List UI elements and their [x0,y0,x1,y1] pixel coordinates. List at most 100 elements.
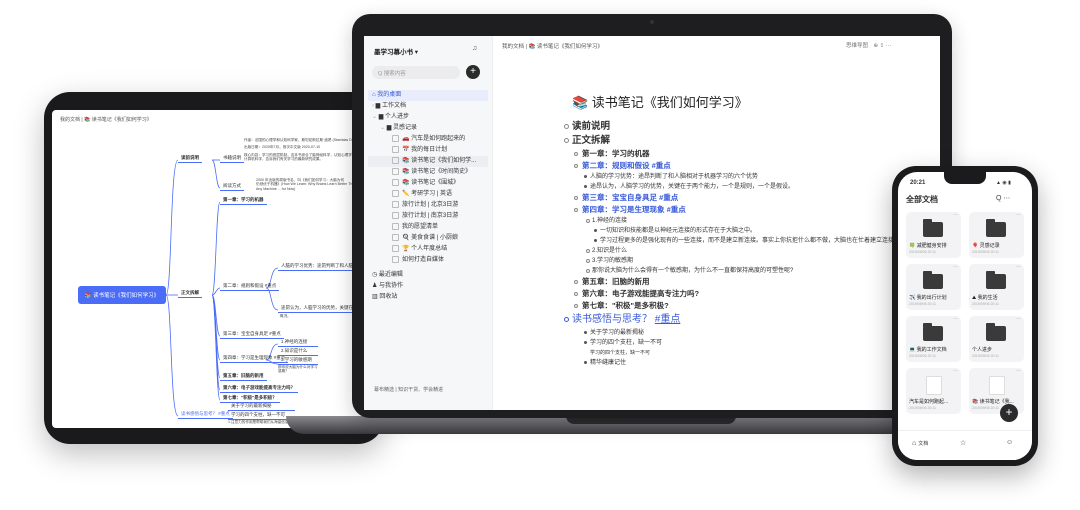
outline-item[interactable]: 第六章：电子游戏能提高专注力吗? [572,288,922,300]
outline-item[interactable]: 那你说大脑为什么会得有一个敏感期，为什么不一直都保持高度的可塑性呢? [572,266,922,276]
mindmap-button[interactable]: 思维导图 [846,43,868,49]
mindmap-leaf[interactable]: 关于学习的最新揭秘 [228,402,296,411]
doc-card[interactable]: ⋯ 🍀 减肥健身安排 2019/09/06 20:11 [906,212,961,258]
mindmap-leaf[interactable]: 1.神经的连接 [278,338,318,347]
doc-icon [392,167,399,175]
outline-item[interactable]: 第二章：规则和假设 #重点 [572,160,922,172]
doc-icon [392,200,399,208]
sidebar-doc-item[interactable]: 🍳 美食食谱 | 小厨娘 [368,233,488,244]
tag-link[interactable]: #重点 [652,161,671,170]
outline-item[interactable]: 读前说明 [564,120,922,134]
phone-screen: 20:21 ▲ ◉ ▮ 全部文档 Q ⋯ ⋯ 🍀 减肥健身安排 2019/09/… [898,172,1032,460]
outline-item[interactable]: 1.神经的连接 [572,216,922,226]
document-title[interactable]: 📚 读书笔记《我们如何学习》 [572,92,748,111]
sidebar-item-desktop[interactable]: ⌂ 我的桌面 [368,90,488,101]
outline-item[interactable]: 3.学习的敏感期 [572,256,922,266]
outline-item[interactable]: 2.知识是什么 [572,246,922,256]
mindmap-branch[interactable]: 读前说明 [178,154,202,163]
outline-item[interactable]: 正文拆解 [564,134,922,148]
more-icon[interactable]: ⋯ [953,212,958,218]
mindmap-chapter[interactable]: 第二章：规则和假设 #重点 [220,282,280,291]
mindmap-chapter[interactable]: 第一章：学习的机器 [220,196,267,205]
tag-link[interactable]: #重点 [667,205,686,214]
outline-item[interactable]: 关于学习的最新揭秘 [572,328,922,338]
sidebar-doc-item[interactable]: 📅 我的每日计划 [368,145,488,156]
doc-card[interactable]: ⋯ 💻 我的工作文档 2019/09/06 20:11 [906,316,961,362]
sidebar-item-shared[interactable]: ♟ 与我协作 [368,281,488,292]
sidebar-doc-item-selected[interactable]: 📚 读书笔记《我们如何学... [368,156,488,167]
sidebar-doc-item[interactable]: 如何打造自媒体 [368,255,488,266]
mindmap-root-node[interactable]: 📚 读书笔记《我们如何学习》 [78,286,166,304]
doc-card[interactable]: ⋯ 汽车是如何跑起... 2019/09/06 20:11 [906,368,961,414]
add-fab-button[interactable]: + [1000,404,1018,422]
outline-item[interactable]: 学习过程更多的是强化现有的一些连接，而不是建立新连接。事实上你抗拒什么都不做，大… [572,236,920,246]
more-icon[interactable]: ⋯ [1016,264,1021,270]
doc-card[interactable]: ⋯ ✈️ 我的出行计划 2019/09/06 20:11 [906,264,961,310]
sidebar-doc-item[interactable]: ✏️ 考研学习 | 英语 [368,189,488,200]
mindmap-leaf[interactable]: 1.注意力的作用是帮助我们从海量信息中... [228,420,295,424]
outline-item[interactable]: 第五章：旧脑的新用 [572,276,922,288]
mindmap-chapter[interactable]: 第六章：电子游戏能提高专注力吗？ [220,384,298,393]
sidebar-doc-item[interactable]: 📚 读书笔记《围城》 [368,178,488,189]
outline-item[interactable]: 学习的四个支柱，缺一不可 [572,338,922,348]
card-name: 汽车是如何跑起... [909,399,949,405]
card-name: ⛰ 我的生活 [972,295,998,301]
bell-icon[interactable]: ♫ [472,45,477,52]
tag-link[interactable]: #重点 [655,314,681,325]
mindmap-leaf[interactable]: 概况。 [280,314,291,318]
sidebar-item-work[interactable]: › ▆ 工作文档 [368,101,488,112]
more-icon[interactable]: ⋯ [953,316,958,322]
mindmap-node[interactable]: 书籍说明 [220,154,244,163]
outline-note[interactable]: 学习的四个支柱，缺一不可 [572,348,922,358]
sidebar-doc-item[interactable]: 旅行计划 | 南京3日游 [368,211,488,222]
document-breadcrumb[interactable]: 我的文档 | 📚 读书笔记《我们如何学习》 [502,42,603,50]
sidebar-item-progress[interactable]: ⌄ ▆ 个人进步 [368,112,488,123]
sidebar-doc-item[interactable]: 旅行计划 | 北京3日游 [368,200,488,211]
more-icon[interactable]: ⋯ [953,264,958,270]
outline-item[interactable]: 精华缝康记住 [572,358,922,368]
sidebar-doc-item[interactable]: 🚗 汽车是如何跑起来的 [368,134,488,145]
sidebar-item-recent[interactable]: ◷ 最近编辑 [368,270,488,281]
toolbar-icons[interactable]: ⊕ ⇪ ⋯ [874,43,892,49]
more-icon[interactable]: ⋯ [1016,368,1021,374]
more-icon[interactable]: ⋯ [953,368,958,374]
outline-item[interactable]: 途昂认为，人脑学习的优势，关键在于两个能力，一个是规则，一个是假设。 [572,182,922,192]
outline-item[interactable]: 第三章：宝宝自身具足 #重点 [572,192,922,204]
outline-item[interactable]: 一切知识和技能都是以神经元连接的形式存在于大脑之中。 [572,226,922,236]
doc-card[interactable]: ⋯ ⛰ 我的生活 2019/09/06 20:11 [969,264,1024,310]
mindmap-branch[interactable]: 正文拆解 [178,289,202,298]
more-icon[interactable]: ⋯ [1016,316,1021,322]
star-icon[interactable]: ☆ [960,439,966,447]
doc-icon [392,222,399,230]
sidebar-item-trash[interactable]: ▥ 回收站 [368,292,488,303]
sidebar-item-ideas[interactable]: ⌄ ▆ 灵感记录 [368,123,488,134]
mindmap-chapter[interactable]: 第五章：旧脑的新用 [220,372,267,381]
sidebar-doc-item[interactable]: 我的愿望清单 [368,222,488,233]
mindmap-leaf[interactable]: 3.学习的敏感期 [278,356,318,365]
mindmap-chapter[interactable]: 第三章：宝宝自身具足 #重点 [220,330,284,339]
mindmap-branch[interactable]: 读书感悟与思考？ #重点 [178,410,233,419]
outline-item[interactable]: 第一章：学习的机器 [572,148,922,160]
sidebar-doc-item[interactable]: 🏆 个人年度总结 [368,244,488,255]
sidebar-footer[interactable]: 幕布精选 | 知识干货、学会精进 [374,386,443,393]
mindmap-node[interactable]: 阅读方式 [220,182,244,191]
outline-item[interactable]: 读书感悟与思考？ #重点 [564,312,922,328]
doc-card[interactable]: ⋯ 🎈 灵感记录 2019/09/06 20:11 [969,212,1024,258]
outline-item[interactable]: 第四章：学习是生理现象 #重点 [572,204,922,216]
folder-icon [923,323,943,341]
sidebar-doc-item[interactable]: 📚 读书笔记《时间简史》 [368,167,488,178]
nav-docs[interactable]: ⌂ 文档 [912,440,928,447]
search-icon[interactable]: Q ⋯ [996,194,1010,202]
search-input[interactable]: Q 搜索内容 [372,66,460,79]
card-name: 🍀 减肥健身安排 [909,243,947,249]
mindmap-leaf[interactable]: 2.知识是什么 [278,347,318,356]
mindmap-leaf[interactable]: 感期？ [278,369,318,373]
profile-icon[interactable]: ☺ [1006,439,1013,446]
outline-item[interactable]: 第七章："积极"是多积极? [572,300,922,312]
doc-card[interactable]: ⋯ 个人进步 2019/09/06 20:11 [969,316,1024,362]
tag-link[interactable]: #重点 [659,193,678,202]
add-button[interactable]: + [466,65,480,79]
outline-item[interactable]: 人脑的学习优势：途昂判断了和人脑相对于机器学习的六个优势 [572,172,922,182]
more-icon[interactable]: ⋯ [1016,212,1021,218]
workspace-title[interactable]: 墨学习幕小书 ▾ [374,46,418,56]
